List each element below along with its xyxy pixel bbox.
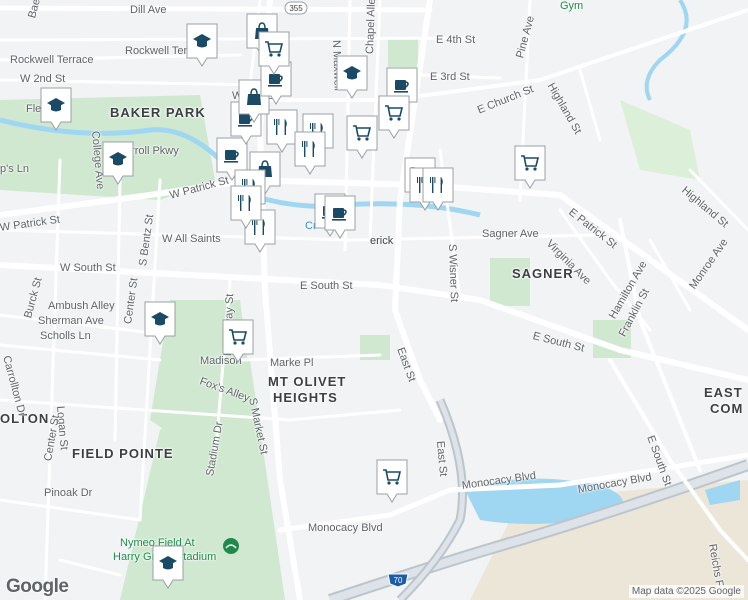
grocery-marker[interactable] bbox=[344, 114, 380, 160]
route-70-shield: 70 bbox=[386, 572, 410, 588]
school-marker[interactable] bbox=[38, 86, 74, 132]
coffee-marker[interactable] bbox=[322, 194, 358, 240]
map-attribution[interactable]: Map data ©2025 Google bbox=[628, 585, 744, 598]
stream-ne bbox=[644, 0, 689, 101]
restaurant-marker[interactable] bbox=[420, 166, 456, 212]
grocery-marker[interactable] bbox=[256, 30, 292, 76]
park-north bbox=[388, 37, 418, 67]
school-marker[interactable] bbox=[142, 300, 178, 346]
google-logo: Google bbox=[6, 576, 69, 597]
stadium-icon[interactable] bbox=[222, 537, 240, 555]
school-marker[interactable] bbox=[100, 140, 136, 186]
grocery-marker[interactable] bbox=[512, 144, 548, 190]
park-east bbox=[620, 100, 700, 180]
grocery-marker[interactable] bbox=[374, 458, 410, 504]
route-70-label: 70 bbox=[394, 576, 403, 585]
school-marker[interactable] bbox=[334, 54, 370, 100]
school-marker[interactable] bbox=[184, 22, 220, 68]
route-355-shield: 355 bbox=[284, 1, 308, 15]
grocery-marker[interactable] bbox=[376, 94, 412, 140]
restaurant-marker[interactable] bbox=[292, 130, 328, 176]
park-sagner bbox=[490, 258, 530, 306]
school-marker[interactable] bbox=[150, 544, 186, 590]
grocery-marker[interactable] bbox=[220, 318, 256, 364]
map-canvas[interactable]: 355 70 Dill Ave E 4th St Rockwell Terrac… bbox=[0, 0, 748, 600]
route-355-label: 355 bbox=[289, 4, 303, 13]
basemap bbox=[0, 0, 748, 600]
restaurant-marker[interactable] bbox=[228, 184, 264, 230]
